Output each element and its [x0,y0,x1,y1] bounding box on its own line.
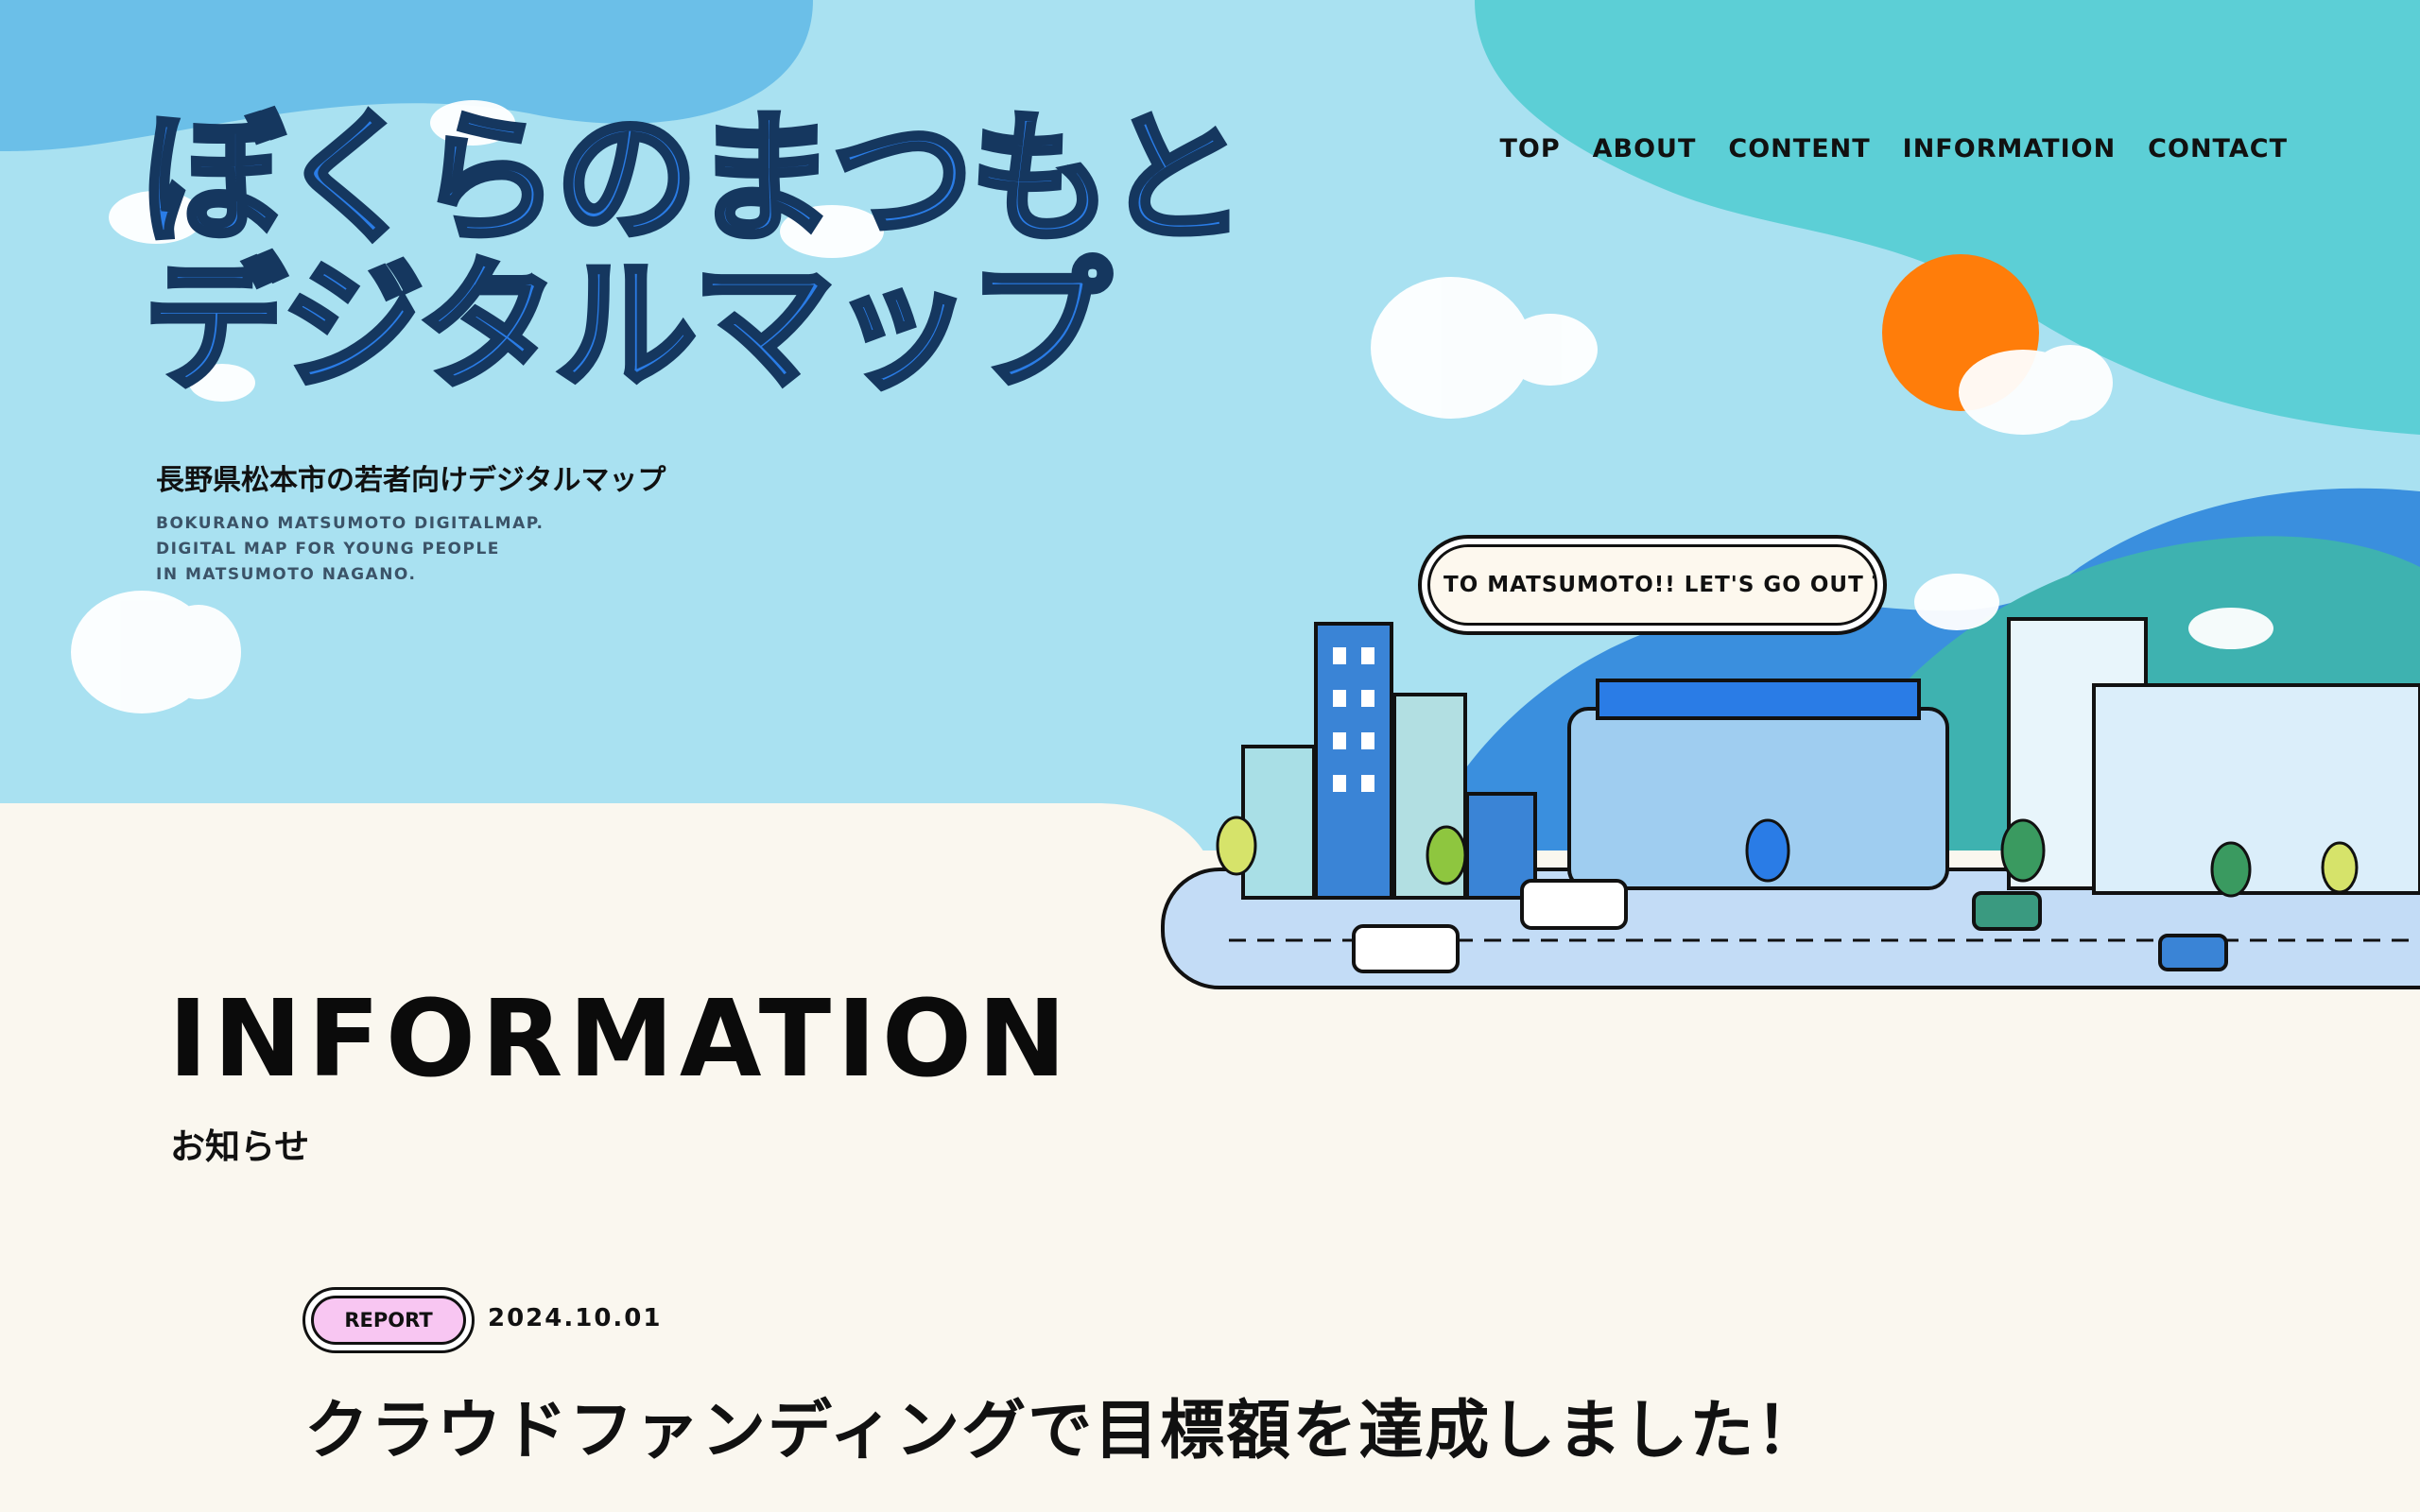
hero-subtitle-jp: 長野県松本市の若者向けデジタルマップ [156,464,666,497]
category-label: REPORT [311,1296,466,1345]
nav-information[interactable]: INFORMATION [1903,134,2117,163]
nav-top[interactable]: TOP [1499,134,1560,163]
subtitle-en-line: IN MATSUMOTO NAGANO. [156,565,417,584]
subtitle-en-line: BOKURANO MATSUMOTO DIGITALMAP. [156,514,544,533]
post-date: 2024.10.01 [488,1304,663,1332]
logo-line-2: デジタルマップ [141,245,1114,409]
section-heading-jp: お知らせ [170,1126,310,1167]
site-logo[interactable]: ぼくらのまつもと デジタルマップ [139,97,1250,409]
post-title-link[interactable]: クラウドファンディングで目標額を達成しました！ [304,1378,1822,1471]
hero-subtitle-en: BOKURANO MATSUMOTO DIGITALMAP. DIGITAL M… [156,511,544,588]
nav-content[interactable]: CONTENT [1728,134,1870,163]
nav-contact[interactable]: CONTACT [2148,134,2288,163]
logo-line-1: ぼくらのまつもと [139,97,1250,262]
speech-bubble: TO MATSUMOTO!! LET'S GO OUT TO [1418,535,1887,635]
section-heading: INFORMATION [168,978,1072,1101]
nav-about[interactable]: ABOUT [1593,134,1697,163]
subtitle-en-line: DIGITAL MAP FOR YOUNG PEOPLE [156,540,500,558]
main-nav: TOP ABOUT CONTENT INFORMATION CONTACT [1499,134,2288,163]
speech-bubble-text: TO MATSUMOTO!! LET'S GO OUT TO [1427,544,1877,626]
category-badge[interactable]: REPORT [302,1287,475,1353]
